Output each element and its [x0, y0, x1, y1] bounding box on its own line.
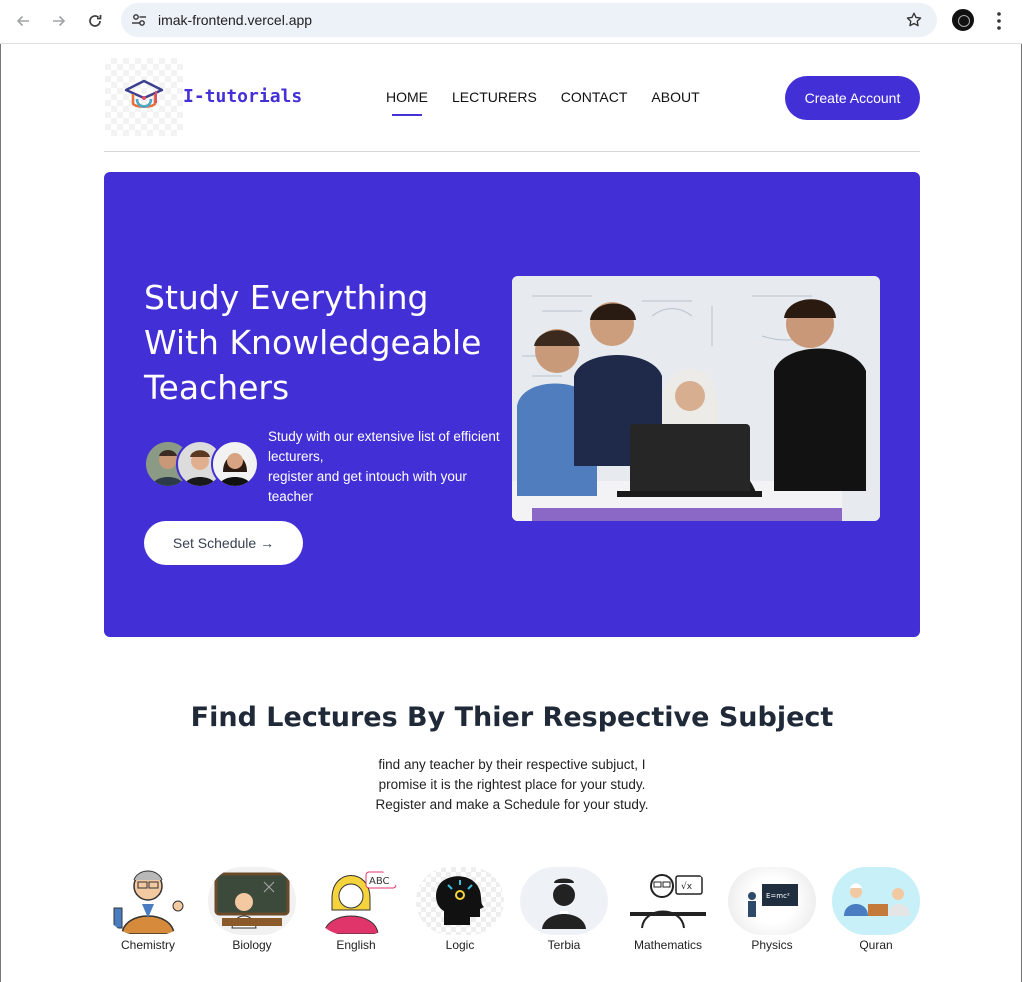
- nav-home[interactable]: HOME: [386, 89, 428, 116]
- subject-logic[interactable]: Logic: [416, 867, 504, 957]
- subject-biology[interactable]: Biology: [208, 867, 296, 957]
- bookmark-star-icon[interactable]: [905, 11, 923, 29]
- svg-text:E=mc²: E=mc²: [766, 892, 790, 900]
- subject-english[interactable]: ABC English: [312, 867, 400, 957]
- svg-text:√x: √x: [681, 881, 693, 892]
- browser-toolbar: imak-frontend.vercel.app: [0, 0, 1022, 44]
- reload-icon[interactable]: [83, 9, 107, 33]
- nav-contact[interactable]: CONTACT: [561, 89, 628, 105]
- physics-icon: E=mc²: [728, 867, 816, 935]
- subject-list: Chemistry Biology ABC English Logic Terb…: [104, 867, 920, 957]
- terbia-icon: [520, 867, 608, 935]
- english-icon: ABC: [312, 867, 400, 935]
- students-photo: [512, 276, 880, 521]
- profile-icon[interactable]: [952, 9, 974, 31]
- subject-quran[interactable]: Quran: [832, 867, 920, 957]
- hero-title: Study Everything With Knowledgeable Teac…: [144, 278, 482, 407]
- avatar: [211, 440, 259, 488]
- lecturer-avatars: [144, 440, 259, 488]
- logo-image[interactable]: [105, 58, 183, 136]
- kebab-menu-icon[interactable]: [990, 10, 1008, 32]
- nav-lecturers[interactable]: LECTURERS: [452, 89, 537, 105]
- section-description: find any teacher by their respective sub…: [375, 757, 649, 812]
- subject-physics[interactable]: E=mc² Physics: [728, 867, 816, 957]
- hero-description: Study with our extensive list of efficie…: [268, 429, 500, 504]
- subject-mathematics[interactable]: √x Mathematics: [624, 867, 712, 957]
- biology-icon: [208, 867, 296, 935]
- svg-text:ABC: ABC: [369, 876, 390, 887]
- subject-chemistry[interactable]: Chemistry: [104, 867, 192, 957]
- address-bar[interactable]: imak-frontend.vercel.app: [121, 3, 937, 37]
- site-settings-icon[interactable]: [131, 12, 147, 28]
- mathematics-icon: √x: [624, 867, 712, 935]
- main-navigation: HOME LECTURERS CONTACT ABOUT: [386, 89, 700, 116]
- section-title: Find Lectures By Thier Respective Subjec…: [190, 702, 834, 733]
- subject-terbia[interactable]: Terbia: [520, 867, 608, 957]
- chemistry-icon: [104, 867, 192, 935]
- logic-icon: [416, 867, 504, 935]
- set-schedule-button[interactable]: Set Schedule →: [144, 521, 303, 565]
- back-arrow-icon[interactable]: [11, 9, 35, 33]
- create-account-button[interactable]: Create Account: [785, 76, 920, 120]
- url-text[interactable]: imak-frontend.vercel.app: [158, 12, 312, 28]
- hero-banner: Study Everything With Knowledgeable Teac…: [104, 172, 920, 637]
- header-divider: [104, 151, 920, 152]
- graduation-cap-icon: [124, 79, 164, 109]
- quran-icon: [832, 867, 920, 935]
- web-page: I-tutorials HOME LECTURERS CONTACT ABOUT…: [0, 44, 1022, 982]
- forward-arrow-icon[interactable]: [47, 9, 71, 33]
- nav-about[interactable]: ABOUT: [651, 89, 699, 105]
- brand-name[interactable]: I-tutorials: [183, 86, 302, 107]
